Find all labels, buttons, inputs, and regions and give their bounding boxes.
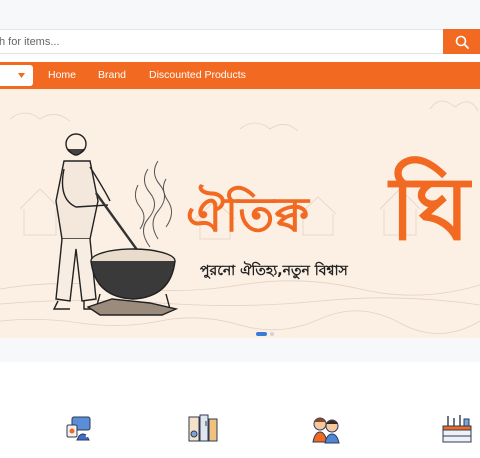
nav-home[interactable]: Home [48,62,76,89]
search-button[interactable] [443,29,480,54]
carousel-dot-active[interactable] [256,332,267,336]
kids-icon [312,417,340,444]
banner-headline-product: ঘি [387,155,472,260]
category-dropdown[interactable] [0,65,33,86]
kitchen-icon [442,415,472,443]
category-kids[interactable] [309,412,343,446]
nav-brand[interactable]: Brand [98,62,126,89]
carousel-dot[interactable] [270,332,274,336]
search-input[interactable] [0,29,444,54]
category-electronics[interactable] [63,412,97,446]
home-appliance-icon [188,414,218,442]
category-home-appliance[interactable] [186,412,220,446]
steam-illustration [134,160,172,248]
electronics-icon [66,416,91,441]
cauldron-illustration [86,248,179,316]
carousel-dots [256,331,274,337]
page: Home Brand Discounted Products [0,0,480,458]
search-icon [455,35,469,49]
banner-headline: ঐতিক্ব [186,184,310,243]
banner-footer-band [0,338,480,362]
main-nav: Home Brand Discounted Products [0,62,480,89]
banner-artwork: ঐতিক্ব ঘি পুরনো ঐতিহ্য,নতুন বিশ্বাস [0,100,480,334]
nav-discounted-products[interactable]: Discounted Products [149,62,246,89]
top-strip [0,0,480,29]
chevron-down-icon [18,73,25,78]
search-bar [0,29,480,55]
hero-banner[interactable]: ঐতিক্ব ঘি পুরনো ঐতিহ্য,নতুন বিশ্বাস [0,89,480,338]
banner-tagline: পুরনো ঐতিহ্য,নতুন বিশ্বাস [200,261,349,280]
category-kitchen[interactable] [440,412,474,446]
